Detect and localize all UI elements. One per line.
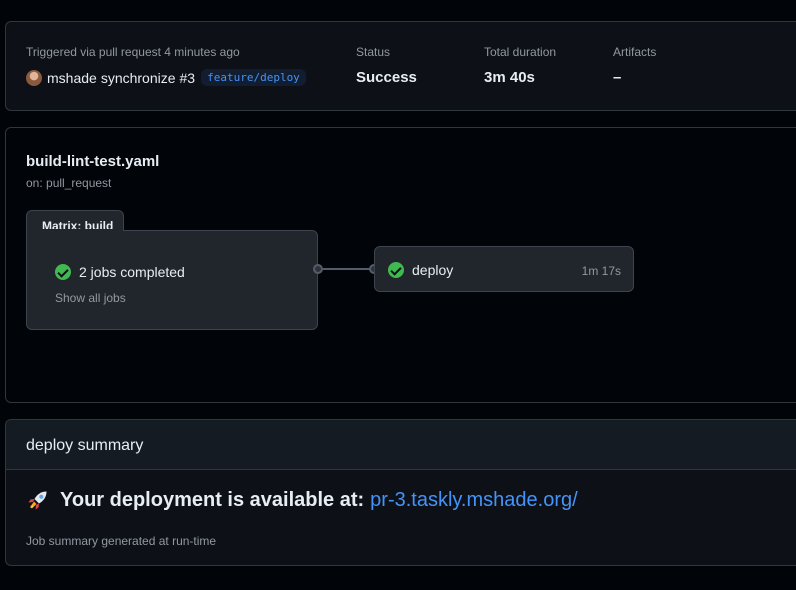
deploy-job-name: deploy [412, 262, 454, 278]
duration-value: 3m 40s [484, 69, 535, 86]
status-value: Success [356, 69, 417, 86]
avatar[interactable] [26, 69, 42, 86]
workflow-file-title[interactable]: build-lint-test.yaml [26, 153, 159, 170]
deploy-headline: Your deployment is available at: pr-3.ta… [26, 488, 578, 512]
trigger-details: mshade synchronize #3 feature/deploy [26, 69, 306, 86]
pr-link[interactable]: #3 [180, 70, 196, 86]
check-circle-icon [388, 262, 404, 278]
deploy-job-status: deploy [388, 262, 453, 278]
summary-footer-note: Job summary generated at run-time [26, 534, 217, 548]
deploy-headline-text: Your deployment is available at: [60, 488, 365, 511]
artifacts-value: – [613, 69, 622, 86]
trigger-text: Triggered via pull request 4 minutes ago [26, 45, 240, 59]
matrix-tab-joint [27, 229, 123, 232]
duration-label: Total duration [484, 45, 557, 59]
connector-line [323, 268, 374, 270]
run-summary-card: Triggered via pull request 4 minutes ago… [5, 21, 796, 111]
status-label: Status [356, 45, 391, 59]
deploy-summary-card: deploy summary Your deployment is availa… [5, 419, 796, 566]
deploy-job-duration: 1m 17s [581, 264, 621, 278]
event-name: synchronize [100, 69, 176, 86]
matrix-jobs-status[interactable]: 2 jobs completed [55, 264, 185, 280]
workflow-trigger: on: pull_request [26, 176, 112, 190]
matrix-job-group: 2 jobs completed Show all jobs [26, 230, 318, 330]
deploy-summary-title: deploy summary [26, 437, 144, 454]
rocket-icon [28, 491, 47, 510]
connector-out-dot [313, 264, 323, 274]
artifacts-label: Artifacts [613, 45, 657, 59]
deploy-job-node[interactable]: deploy 1m 17s [374, 246, 634, 292]
check-circle-icon [55, 264, 71, 280]
deployment-url-link[interactable]: pr-3.taskly.mshade.org/ [370, 489, 578, 512]
actor-link[interactable]: mshade [47, 70, 97, 86]
show-all-jobs-link[interactable]: Show all jobs [55, 291, 126, 305]
deploy-summary-header: deploy summary [6, 420, 796, 470]
workflow-graph-card: build-lint-test.yaml on: pull_request Ma… [5, 127, 796, 403]
matrix-jobs-text: 2 jobs completed [79, 264, 185, 280]
branch-badge[interactable]: feature/deploy [201, 69, 306, 86]
